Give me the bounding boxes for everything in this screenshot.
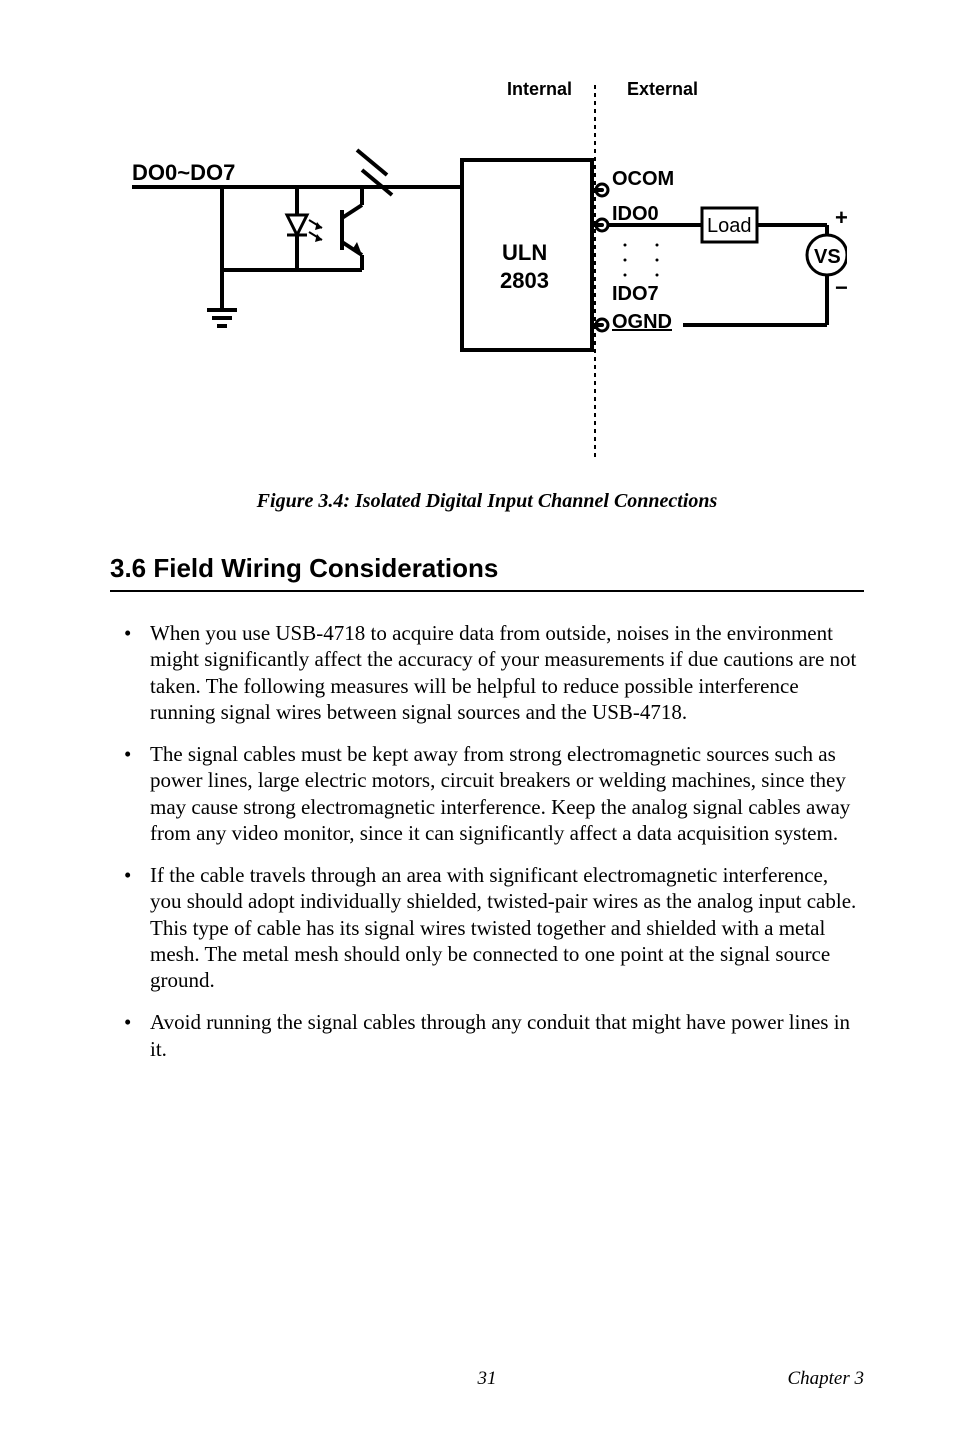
label-load: Load xyxy=(707,215,752,237)
label-minus: − xyxy=(835,275,847,300)
figure-diagram: Internal External DO0~DO7 xyxy=(110,70,864,470)
page-number: 31 xyxy=(478,1368,497,1390)
label-internal: Internal xyxy=(507,79,572,99)
label-vs: VS xyxy=(814,246,841,268)
label-ido7: IDO7 xyxy=(612,283,659,305)
label-external: External xyxy=(627,79,698,99)
bullet-list: When you use USB-4718 to acquire data fr… xyxy=(124,620,864,1062)
label-plus: + xyxy=(835,205,847,230)
list-item: The signal cables must be kept away from… xyxy=(124,741,864,846)
list-item: When you use USB-4718 to acquire data fr… xyxy=(124,620,864,725)
label-ido0: IDO0 xyxy=(612,203,659,225)
label-uln2: 2803 xyxy=(500,268,549,293)
figure-caption: Figure 3.4: Isolated Digital Input Chann… xyxy=(110,490,864,513)
label-ognd: OGND xyxy=(612,311,672,333)
chapter-label: Chapter 3 xyxy=(787,1368,864,1390)
label-ocom: OCOM xyxy=(612,168,674,190)
label-do: DO0~DO7 xyxy=(132,160,235,185)
section-heading: 3.6 Field Wiring Considerations xyxy=(110,553,864,592)
list-item: If the cable travels through an area wit… xyxy=(124,862,864,993)
list-item: Avoid running the signal cables through … xyxy=(124,1009,864,1062)
label-uln: ULN xyxy=(502,240,547,265)
